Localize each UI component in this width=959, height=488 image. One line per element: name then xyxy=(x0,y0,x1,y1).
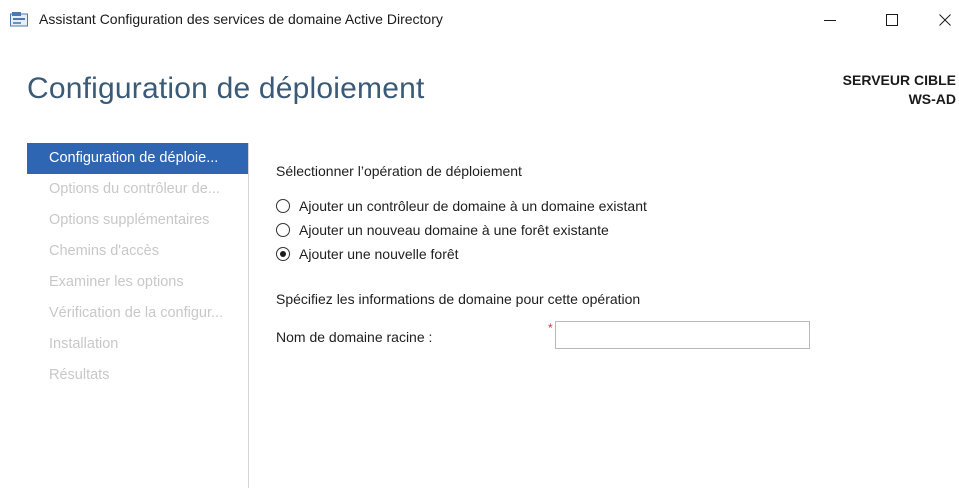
required-marker: * xyxy=(548,321,553,335)
root-domain-label: Nom de domaine racine : xyxy=(276,329,433,345)
maximize-icon xyxy=(886,14,898,26)
nav-item-configuration-deploiement[interactable]: Configuration de déploie... xyxy=(27,143,248,174)
page-title: Configuration de déploiement xyxy=(27,72,425,105)
nav-item-options-controleur[interactable]: Options du contrôleur de... xyxy=(27,174,248,205)
nav-item-installation[interactable]: Installation xyxy=(27,329,248,360)
radio-add-new-forest[interactable]: Ajouter une nouvelle forêt xyxy=(276,244,459,264)
radio-add-domain-existing-forest[interactable]: Ajouter un nouveau domaine à une forêt e… xyxy=(276,220,609,240)
target-server-name: WS-AD xyxy=(908,91,956,107)
server-manager-icon xyxy=(10,11,28,27)
root-domain-input[interactable] xyxy=(555,321,810,349)
radio-add-dc-existing-domain[interactable]: Ajouter un contrôleur de domaine à un do… xyxy=(276,196,647,216)
title-bar: Assistant Configuration des services de … xyxy=(0,0,959,40)
nav-item-resultats[interactable]: Résultats xyxy=(27,360,248,391)
wizard-nav: Configuration de déploie... Options du c… xyxy=(27,143,248,391)
close-button[interactable] xyxy=(930,6,959,34)
target-server-label: SERVEUR CIBLE xyxy=(842,72,956,88)
nav-item-options-supplementaires[interactable]: Options supplémentaires xyxy=(27,205,248,236)
radio-label: Ajouter un nouveau domaine à une forêt e… xyxy=(299,222,609,238)
nav-divider xyxy=(248,143,249,488)
maximize-button[interactable] xyxy=(872,6,912,34)
radio-label: Ajouter un contrôleur de domaine à un do… xyxy=(299,198,647,214)
target-server-block: SERVEUR CIBLE WS-AD xyxy=(843,71,956,109)
radio-button-checked[interactable] xyxy=(276,247,290,261)
operation-label: Sélectionner l’opération de déploiement xyxy=(276,163,522,179)
nav-item-chemins-acces[interactable]: Chemins d'accès xyxy=(27,236,248,267)
close-icon xyxy=(938,14,951,26)
minimize-button[interactable] xyxy=(810,6,850,34)
window-title: Assistant Configuration des services de … xyxy=(39,11,443,27)
radio-button[interactable] xyxy=(276,199,290,213)
radio-button[interactable] xyxy=(276,223,290,237)
nav-item-verification-configuration[interactable]: Vérification de la configur... xyxy=(27,298,248,329)
minimize-icon xyxy=(824,20,836,21)
domain-info-label: Spécifiez les informations de domaine po… xyxy=(276,291,641,307)
nav-item-examiner-options[interactable]: Examiner les options xyxy=(27,267,248,298)
radio-label: Ajouter une nouvelle forêt xyxy=(299,246,459,262)
